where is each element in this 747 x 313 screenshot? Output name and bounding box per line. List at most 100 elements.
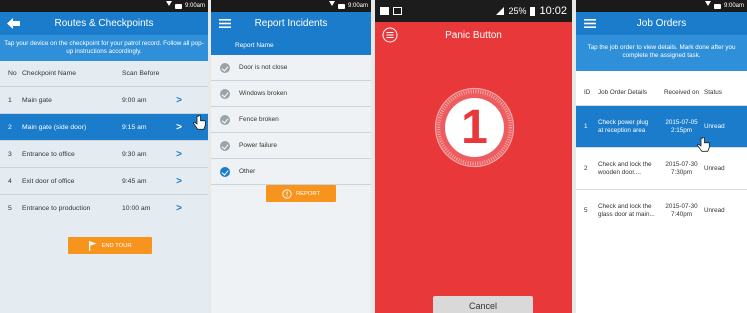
incident-option[interactable]: Door is not close (211, 55, 371, 81)
instruction-banner: Tap the job order to view details. Mark … (576, 35, 747, 71)
countdown-number: 1 (461, 101, 488, 154)
battery-level: 25% (508, 6, 527, 16)
row-date: 2015-07-30 (665, 202, 698, 210)
job-order-row[interactable]: 1 Check power plug at reception area 201… (576, 105, 747, 147)
alert-circle-icon (282, 188, 292, 199)
chevron-right-icon: > (176, 175, 182, 187)
row-no: 1 (8, 96, 12, 104)
wifi-icon (328, 1, 335, 11)
battery-icon (174, 3, 182, 9)
check-circle-icon (220, 114, 230, 125)
battery-icon (713, 3, 721, 9)
row-time: 10:00 am (122, 204, 151, 212)
incident-option[interactable]: Power failure (211, 133, 371, 159)
end-tour-label: END TOUR (101, 242, 132, 249)
row-no: 4 (8, 177, 12, 185)
row-details: Check power plug at reception area (598, 118, 649, 134)
check-circle-icon (220, 166, 230, 177)
chevron-right-icon: > (176, 202, 182, 214)
routes-screen: 9:00am Routes & Checkpoints Tap your dev… (0, 0, 208, 313)
countdown-dial[interactable]: 1 (434, 87, 515, 168)
list-header: Report Name (211, 35, 371, 55)
chevron-right-icon: > (176, 148, 182, 160)
screenshot-icon (393, 7, 402, 15)
row-details: Check and lock the wooden door.... (598, 160, 652, 176)
row-name: Main gate (22, 96, 52, 104)
incident-label: Fence broken (239, 116, 279, 123)
job-order-row[interactable]: 5 Check and lock the glass door at main.… (576, 189, 747, 231)
status-time: 9:00am (723, 3, 744, 9)
app-bar: Job Orders (576, 12, 747, 35)
job-order-row[interactable]: 2 Check and lock the wooden door.... 201… (576, 147, 747, 189)
row-no: 2 (8, 123, 12, 131)
row-status: Unread (704, 122, 725, 130)
checkpoint-row[interactable]: 4 Exit door of office 9:45 am > (0, 167, 208, 194)
row-name: Main gate (side door) (22, 123, 87, 131)
row-name: Exit door of office (22, 177, 75, 185)
column-status: Status (704, 88, 722, 96)
system-indicators: 25% 10:02 (496, 5, 567, 17)
app-bar: Report Incidents (211, 12, 371, 35)
row-status: Unread (704, 164, 725, 172)
status-bar: 9:00am (0, 0, 208, 12)
incident-option[interactable]: Windows broken (211, 81, 371, 107)
row-time: 9:45 am (122, 177, 147, 185)
row-date: 2015-07-05 (665, 118, 698, 126)
row-no: 5 (8, 204, 12, 212)
row-name: Entrance to office (22, 150, 75, 158)
app-bar: Panic Button (375, 22, 572, 49)
row-date: 2015-07-30 (665, 160, 698, 168)
status-time: 9:00am (347, 3, 368, 9)
checkpoint-row[interactable]: 5 Entrance to production 10:00 am > (0, 194, 208, 221)
column-no: No (8, 70, 17, 77)
incident-label: Door is not close (239, 64, 288, 71)
row-time: 9:30 am (122, 150, 147, 158)
app-bar: Routes & Checkpoints (0, 12, 208, 35)
row-time: 2:15pm (670, 126, 692, 134)
row-time: 7:30pm (670, 168, 692, 176)
wifi-icon (165, 1, 172, 11)
job-orders-screen: 9:00am Job Orders Tap the job order to v… (576, 0, 747, 313)
panic-screen: 25% 10:02 Panic Button 1 Cancel (375, 0, 572, 313)
column-received: Received on (663, 88, 699, 96)
image-icon (380, 7, 389, 15)
check-circle-icon (220, 88, 230, 99)
checkpoint-row[interactable]: 3 Entrance to office 9:30 am > (0, 140, 208, 167)
battery-icon (530, 6, 536, 16)
incidents-screen: 9:00am Report Incidents Report Name Door… (211, 0, 371, 313)
incident-label: Other (239, 168, 256, 175)
notification-icons (380, 7, 402, 15)
column-id: ID (584, 88, 591, 96)
status-time: 10:02 (539, 5, 567, 17)
incident-option[interactable]: Fence broken (211, 107, 371, 133)
column-scan-before: Scan Before (122, 70, 160, 77)
report-label: REPORT (295, 190, 321, 197)
end-tour-button[interactable]: END TOUR (68, 237, 152, 254)
status-bar: 25% 10:02 (375, 0, 572, 22)
row-no: 3 (8, 150, 12, 158)
status-bar: 9:00am (576, 0, 747, 12)
hand-pointer-icon (193, 115, 206, 130)
report-button[interactable]: REPORT (266, 185, 336, 202)
checkpoint-row[interactable]: 1 Main gate 9:00 am > (0, 86, 208, 113)
signal-icon (496, 7, 505, 15)
page-title: Panic Button (445, 30, 502, 41)
row-received: 2015-07-30 7:40pm (659, 203, 704, 219)
column-checkpoint-name: Checkpoint Name (22, 70, 77, 77)
check-circle-icon (220, 62, 230, 73)
hand-pointer-icon (697, 137, 710, 152)
row-received: 2015-07-30 7:30pm (659, 161, 704, 177)
page-title: Routes & Checkpoints (54, 18, 154, 29)
page-title: Job Orders (636, 18, 687, 29)
row-id: 1 (584, 122, 588, 130)
row-time: 9:15 am (122, 123, 147, 131)
table-header: No Checkpoint Name Scan Before (0, 61, 208, 86)
row-time: 9:00 am (122, 96, 147, 104)
incident-option-selected[interactable]: Other (211, 159, 371, 185)
row-name: Entrance to production (22, 204, 91, 212)
checkpoint-row[interactable]: 2 Main gate (side door) 9:15 am > (0, 113, 208, 140)
check-circle-icon (220, 140, 230, 151)
cancel-button[interactable]: Cancel (433, 296, 533, 313)
row-id: 2 (584, 164, 588, 172)
status-time: 9:00am (184, 3, 205, 9)
